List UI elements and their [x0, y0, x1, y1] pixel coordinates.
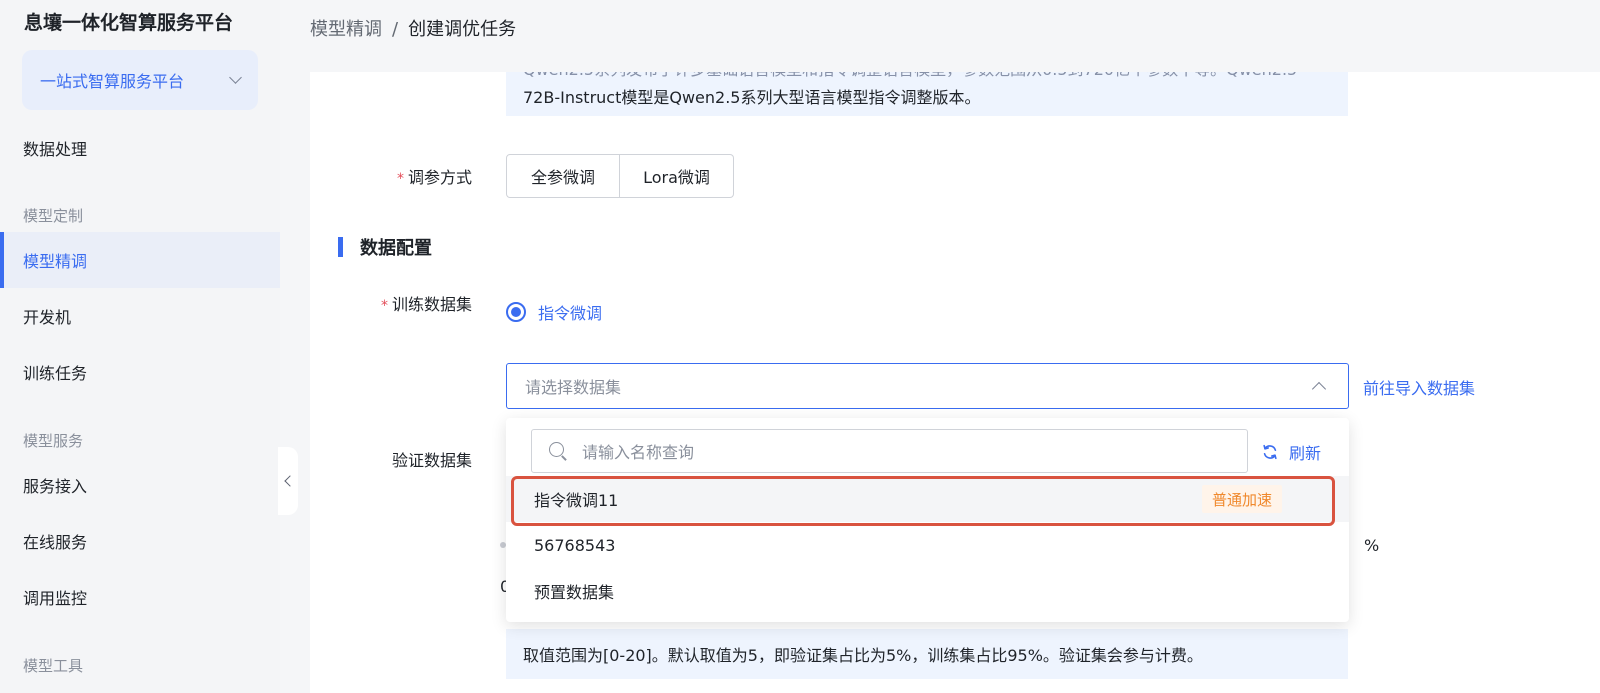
- refresh-button[interactable]: 刷新: [1261, 440, 1321, 464]
- breadcrumb-separator: /: [392, 19, 399, 40]
- app-title: 息壤一体化智算服务平台: [24, 12, 234, 34]
- tuning-method-label-text: 调参方式: [407, 168, 472, 187]
- validation-hint-text: 取值范围为[0-20]。默认取值为5，即验证集占比为5%，训练集占比95%。验证…: [523, 646, 1203, 665]
- platform-select-label: 一站式智算服务平台: [40, 72, 185, 91]
- sidebar-item-label: 开发机: [23, 308, 72, 327]
- dataset-select[interactable]: 请选择数据集: [506, 363, 1349, 409]
- sidebar-item-label: 调用监控: [23, 589, 88, 608]
- full-param-tuning-option[interactable]: 全参微调: [506, 154, 620, 198]
- dataset-option[interactable]: 指令微调11 普通加速: [506, 476, 1349, 522]
- breadcrumb-current: 创建调优任务: [408, 19, 517, 40]
- sidebar-item-dev-machine[interactable]: 开发机: [0, 288, 280, 344]
- radio-label: 指令微调: [538, 304, 603, 323]
- chevron-up-icon: [1311, 381, 1327, 397]
- dataset-option-label: 指令微调11: [534, 491, 619, 510]
- sidebar-group-model-service: 模型服务: [23, 432, 84, 450]
- dataset-search-placeholder: 请输入名称查询: [582, 443, 695, 462]
- model-description: Qwen2.5系列发布了许多基础语言模型和指令调整语言模型，参数范围从0.5到7…: [506, 72, 1348, 116]
- sidebar-item-online-service[interactable]: 在线服务: [0, 513, 280, 569]
- sidebar-item-label: 模型精调: [23, 252, 88, 271]
- dataset-search-input[interactable]: 请输入名称查询: [531, 429, 1248, 473]
- model-description-line1: Qwen2.5系列发布了许多基础语言模型和指令调整语言模型，参数范围从0.5到7…: [523, 72, 1331, 84]
- dataset-option[interactable]: 56768543: [506, 522, 1349, 568]
- tuning-method-segmented: 全参微调 Lora微调: [506, 154, 734, 198]
- sidebar-item-label: 训练任务: [23, 364, 88, 383]
- sidebar-item-training-tasks[interactable]: 训练任务: [0, 344, 280, 400]
- sidebar-item-label: 数据处理: [23, 140, 88, 159]
- chevron-down-icon: [229, 71, 242, 84]
- sidebar: 息壤一体化智算服务平台 一站式智算服务平台 数据处理 模型定制 模型精调 开发机…: [0, 0, 280, 693]
- collapse-left-icon: [283, 475, 296, 487]
- dataset-option-label: 56768543: [534, 535, 616, 555]
- dataset-option-label: 预置数据集: [534, 583, 615, 602]
- sidebar-group-model-customization: 模型定制: [23, 207, 84, 225]
- model-description-line2: 72B-Instruct模型是Qwen2.5系列大型语言模型指令调整版本。: [523, 88, 981, 107]
- section-title-data-config: 数据配置: [360, 238, 432, 259]
- refresh-label: 刷新: [1289, 444, 1322, 463]
- refresh-icon: [1263, 444, 1277, 460]
- breadcrumb-parent[interactable]: 模型精调: [310, 19, 382, 40]
- dataset-dropdown: 请输入名称查询 刷新 指令微调11 普通加速 56768543 预置数据集: [506, 418, 1349, 622]
- sidebar-item-service-access[interactable]: 服务接入: [0, 457, 280, 513]
- sidebar-item-model-finetune[interactable]: 模型精调: [0, 232, 280, 288]
- dataset-option[interactable]: 预置数据集: [506, 568, 1349, 614]
- section-accent-bar: [338, 237, 343, 257]
- train-dataset-label: * 训练数据集: [381, 291, 472, 315]
- radio-checked-icon: [506, 302, 526, 322]
- validation-dataset-label: 验证数据集: [391, 451, 472, 470]
- percent-symbol: %: [1364, 536, 1380, 555]
- required-mark: *: [380, 298, 388, 314]
- search-icon: [548, 441, 568, 461]
- breadcrumb: 模型精调 / 创建调优任务: [310, 15, 516, 41]
- sidebar-collapse-button[interactable]: [278, 447, 298, 515]
- import-dataset-link[interactable]: 前往导入数据集: [1363, 375, 1475, 399]
- train-dataset-label-text: 训练数据集: [391, 295, 472, 314]
- sidebar-item-label: 服务接入: [23, 477, 88, 496]
- dataset-select-placeholder: 请选择数据集: [525, 378, 622, 397]
- instruction-finetune-radio[interactable]: 指令微调: [506, 300, 602, 324]
- required-mark: *: [396, 171, 404, 187]
- platform-select[interactable]: 一站式智算服务平台: [22, 50, 258, 110]
- sidebar-group-model-tools: 模型工具: [23, 657, 84, 675]
- sidebar-item-data-processing[interactable]: 数据处理: [0, 120, 280, 176]
- acceleration-badge: 普通加速: [1202, 485, 1283, 513]
- sidebar-item-call-monitoring[interactable]: 调用监控: [0, 569, 280, 625]
- validation-hint: 取值范围为[0-20]。默认取值为5，即验证集占比为5%，训练集占比95%。验证…: [506, 629, 1348, 679]
- sidebar-item-label: 在线服务: [23, 533, 88, 552]
- lora-tuning-option[interactable]: Lora微调: [620, 154, 734, 198]
- tuning-method-label: * 调参方式: [397, 164, 472, 188]
